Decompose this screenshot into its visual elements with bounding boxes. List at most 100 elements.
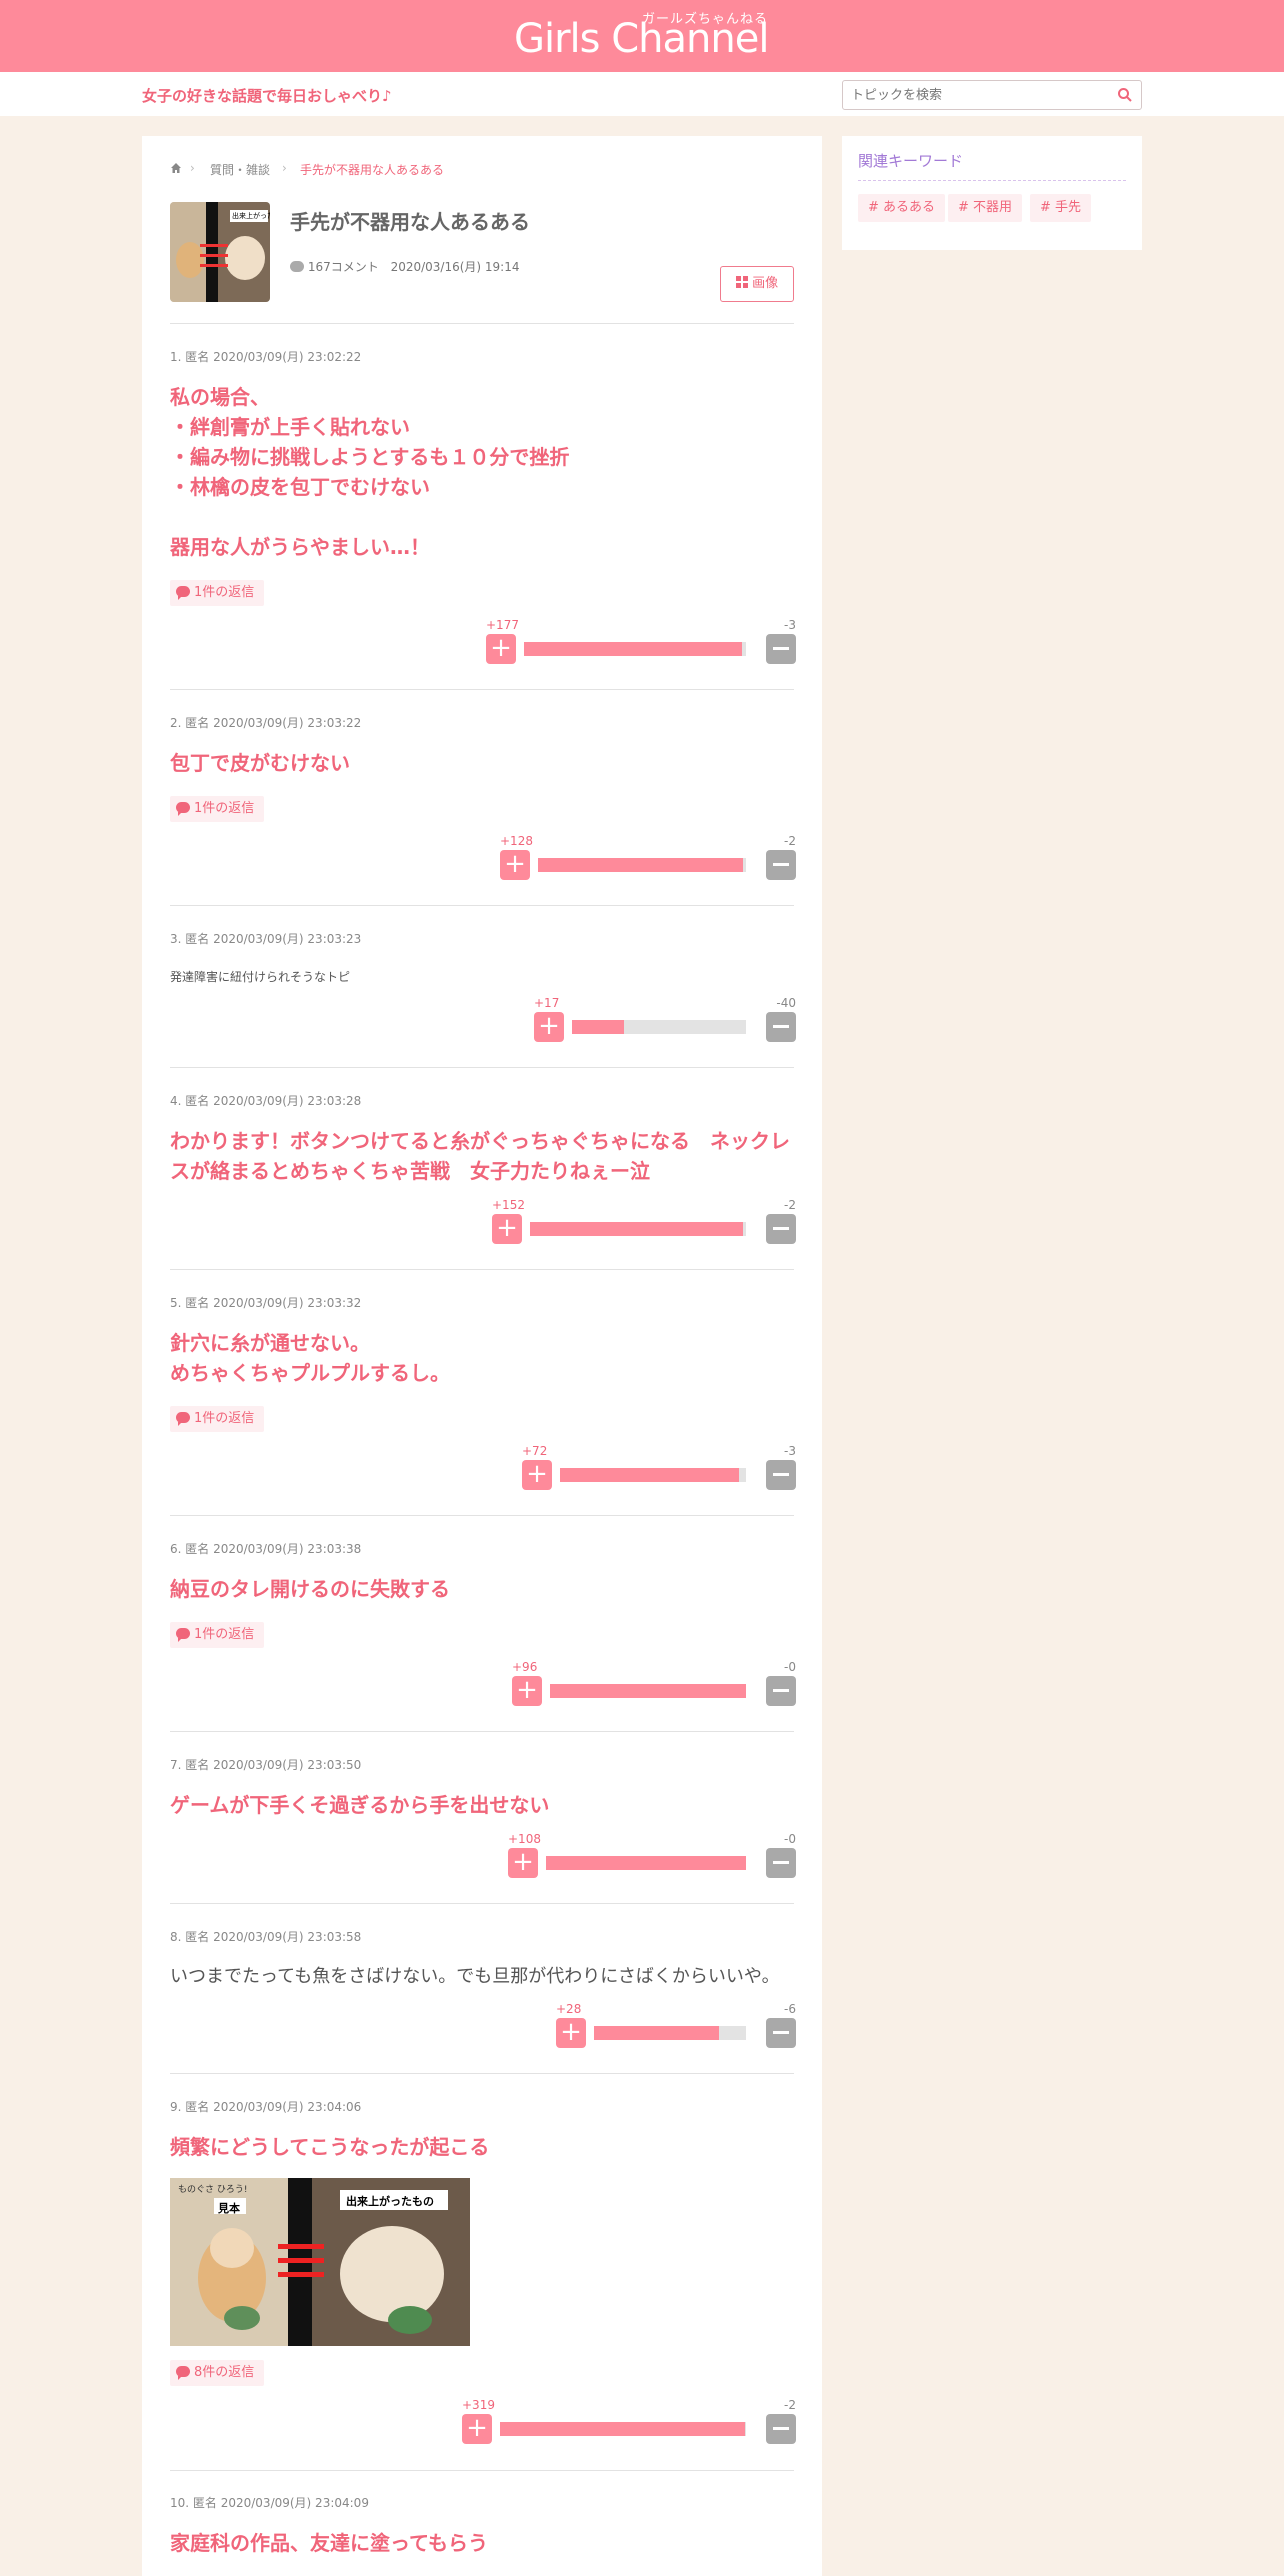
- comment-line: 器用な人がうらやましい…！: [170, 535, 430, 559]
- reply-link[interactable]: 8件の返信: [170, 2360, 265, 2386]
- comment-meta: 10. 匿名 2020/03/09(月) 23:04:09: [170, 2496, 369, 2510]
- comment-line: 私の場合、: [170, 385, 270, 409]
- plus-vote-button[interactable]: +: [556, 2018, 586, 2048]
- plus-vote-button[interactable]: +: [462, 2414, 492, 2444]
- vote-bar: [560, 1468, 746, 1482]
- divider: [170, 689, 794, 690]
- vote-bar-fill: [546, 1856, 746, 1870]
- comment-meta: 6. 匿名 2020/03/09(月) 23:03:38: [170, 1542, 362, 1556]
- site-tagline: 女子の好きな話題で毎日おしゃべり♪: [142, 87, 392, 105]
- comment-meta: 8. 匿名 2020/03/09(月) 23:03:58: [170, 1930, 362, 1944]
- divider: [170, 905, 794, 906]
- comment-line: 頻繁にどうしてこうなったが起こる: [170, 2135, 490, 2159]
- logo-text: Girls Channel: [514, 16, 769, 62]
- topic-title: 手先が不器用な人あるある: [290, 210, 530, 234]
- plus-vote-button[interactable]: +: [500, 850, 530, 880]
- plus-vote-button[interactable]: +: [492, 1214, 522, 1244]
- plus-vote-button[interactable]: +: [512, 1676, 542, 1706]
- reply-link[interactable]: 1件の返信: [170, 1622, 265, 1648]
- topic-thumbnail[interactable]: 出来上がったもの: [170, 202, 270, 302]
- home-icon[interactable]: [170, 162, 182, 174]
- speech-bubble-icon: [176, 802, 190, 816]
- speech-bubble-icon: [176, 586, 190, 600]
- vote-widget: +128 -2 +: [500, 834, 806, 880]
- minus-count: -40: [776, 996, 796, 1010]
- plus-count: +319: [462, 2398, 495, 2412]
- comment-meta: 1. 匿名 2020/03/09(月) 23:02:22: [170, 350, 362, 364]
- site-logo[interactable]: ガールズちゃんねる Girls Channel: [514, 4, 774, 68]
- image-label: 見本: [218, 2202, 240, 2215]
- minus-count: -0: [784, 1660, 796, 1674]
- plus-count: +72: [522, 1444, 548, 1458]
- search-icon[interactable]: [1117, 87, 1133, 103]
- plus-count: +17: [534, 996, 560, 1010]
- breadcrumb-category[interactable]: 質問・雑談: [210, 161, 270, 178]
- keyword-tag[interactable]: # 手先: [1030, 194, 1092, 222]
- reply-count: 8件の返信: [194, 2365, 255, 2380]
- search-input[interactable]: [843, 81, 1093, 109]
- vote-bar-fill: [594, 2026, 720, 2040]
- reply-count: 1件の返信: [194, 801, 255, 816]
- minus-vote-button[interactable]: [766, 2414, 796, 2444]
- comment-image[interactable]: ものぐさ ひろう! 見本 出来上がったもの: [170, 2178, 470, 2346]
- vote-bar-fill: [538, 858, 743, 872]
- minus-vote-button[interactable]: [766, 1676, 796, 1706]
- divider: [858, 180, 1126, 181]
- vote-bar: [594, 2026, 746, 2040]
- comment-line: 針穴に糸が通せない。: [170, 1331, 370, 1355]
- comment-meta: 2. 匿名 2020/03/09(月) 23:03:22: [170, 716, 362, 730]
- comment-line: 家庭科の作品、友達に塗ってもらう: [170, 2531, 488, 2555]
- minus-vote-button[interactable]: [766, 2018, 796, 2048]
- minus-vote-button[interactable]: [766, 634, 796, 664]
- comment-body: わかります！ボタンつけてると糸がぐっちゃぐちゃになる ネックレ スが絡まるとめち…: [170, 1126, 796, 1186]
- vote-bar-fill: [560, 1468, 739, 1482]
- thumb-caption: 出来上がったもの: [232, 212, 270, 220]
- plus-count: +152: [492, 1198, 525, 1212]
- reply-link[interactable]: 1件の返信: [170, 580, 265, 606]
- minus-vote-button[interactable]: [766, 1012, 796, 1042]
- minus-vote-button[interactable]: [766, 1460, 796, 1490]
- reply-link[interactable]: 1件の返信: [170, 1406, 265, 1432]
- plus-vote-button[interactable]: +: [534, 1012, 564, 1042]
- grid-icon: [735, 276, 748, 288]
- minus-vote-button[interactable]: [766, 1214, 796, 1244]
- plus-vote-button[interactable]: +: [508, 1848, 538, 1878]
- keyword-tag[interactable]: # あるある: [858, 194, 946, 222]
- vote-bar: [572, 1020, 746, 1034]
- minus-count: -3: [784, 1444, 796, 1458]
- speech-bubble-icon: [176, 2366, 190, 2380]
- comment-line: ・編み物に挑戦しようとするも１０分で挫折: [170, 445, 570, 469]
- divider: [170, 1515, 794, 1516]
- plus-count: +28: [556, 2002, 582, 2016]
- image-button-label: 画像: [752, 276, 779, 291]
- minus-count: -2: [784, 2398, 796, 2412]
- breadcrumb-current: 手先が不器用な人あるある: [300, 163, 445, 177]
- comment-line: わかります！ボタンつけてると糸がぐっちゃぐちゃになる ネックレ: [170, 1129, 790, 1153]
- reply-link[interactable]: 1件の返信: [170, 796, 265, 822]
- plus-vote-button[interactable]: +: [522, 1460, 552, 1490]
- reply-count: 1件の返信: [194, 1411, 255, 1426]
- related-keywords-panel: 関連キーワード # あるある # 不器用 # 手先: [842, 136, 1142, 250]
- divider: [170, 1269, 794, 1270]
- comment-line: ・絆創膏が上手く貼れない: [170, 415, 410, 439]
- vote-bar: [524, 642, 746, 656]
- vote-bar: [550, 1684, 746, 1698]
- keyword-tag[interactable]: # 不器用: [948, 194, 1023, 222]
- comment-body: 頻繁にどうしてこうなったが起こる: [170, 2132, 796, 2162]
- vote-widget: +17 -40 +: [534, 996, 806, 1042]
- minus-vote-button[interactable]: [766, 850, 796, 880]
- comment-line: 包丁で皮がむけない: [170, 751, 350, 775]
- comment-body: ゲームが下手くそ過ぎるから手を出せない: [170, 1790, 796, 1820]
- minus-vote-button[interactable]: [766, 1848, 796, 1878]
- vote-widget: +319 -2 +: [462, 2398, 806, 2444]
- vote-bar-fill: [530, 1222, 744, 1236]
- plus-vote-button[interactable]: +: [486, 634, 516, 664]
- speech-bubble-icon: [176, 1628, 190, 1642]
- vote-bar: [546, 1856, 746, 1870]
- minus-count: -6: [784, 2002, 796, 2016]
- image-button[interactable]: 画像: [720, 266, 794, 302]
- comment-line: スが絡まるとめちゃくちゃ苦戦 女子力たりねぇー泣: [170, 1159, 650, 1183]
- topic-date: 2020/03/16(月) 19:14: [390, 260, 520, 274]
- vote-widget: +28 -6 +: [556, 2002, 806, 2048]
- comment-line: 納豆のタレ開けるのに失敗する: [170, 1577, 450, 1601]
